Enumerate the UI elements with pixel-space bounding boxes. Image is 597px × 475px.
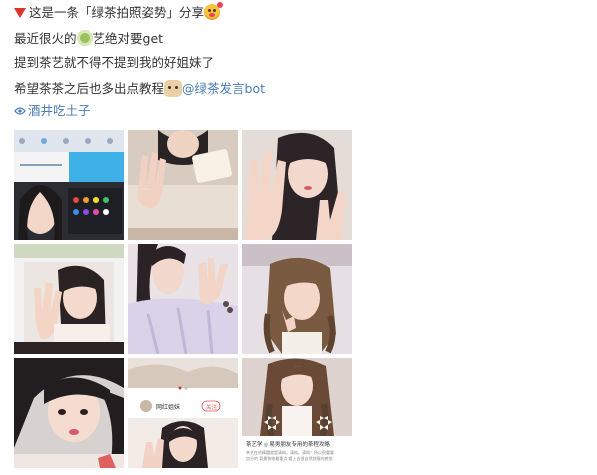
tea-emoji-icon — [76, 30, 93, 46]
post-line-4: 希望茶茶之后也多出点教程 @绿茶发言bot — [14, 80, 265, 97]
post-text-1: 这是一条「绿茶拍照姿势」分享 — [29, 5, 205, 20]
post-text-4: 希望茶茶之后也多出点教程 — [14, 81, 165, 96]
post-text-2b: 艺绝对要get — [92, 31, 164, 46]
image-wave-selfie[interactable] — [14, 244, 124, 354]
image-braids-selfie[interactable] — [242, 244, 352, 354]
image-app-screenshot[interactable]: 网红姐妹 关注 — [128, 358, 238, 468]
app-username: 网红姐妹 — [156, 403, 180, 411]
dog-emoji-icon — [164, 80, 183, 97]
image-closeup-selfie[interactable] — [14, 358, 124, 468]
follow-button[interactable]: 关注 — [206, 403, 218, 411]
location-link[interactable]: 酒井吃土子 — [14, 104, 91, 118]
image-hands-selfie-2[interactable] — [242, 130, 352, 240]
location-text: 酒井吃土子 — [28, 103, 91, 118]
mention-link[interactable]: @绿茶发言bot — [182, 81, 265, 96]
kiss-heart-emoji-icon — [204, 2, 224, 20]
image-hands-selfie-1[interactable] — [128, 130, 238, 240]
image-pajama-selfie[interactable] — [128, 244, 238, 354]
post-line-2: 最近很火的 艺绝对要get — [14, 30, 164, 46]
post-text-2a: 最近很火的 — [14, 31, 77, 46]
image-bow-braids-selfie[interactable]: 茶艺学🍵易男朋友专用的茶程攻略 茶艺在的精髓就是清纯，清纯，清纯！所以很重要 加… — [242, 358, 352, 468]
caption-title: 茶艺学🍵易男朋友专用的茶程攻略 — [246, 440, 330, 448]
red-triangle-icon — [14, 8, 26, 18]
post-line-3: 提到茶艺就不得不提到我的好姐妹了 — [14, 56, 214, 70]
caption-body-2: 加分的 背景装修最重点 看上去很自然舒服的感觉 — [246, 455, 333, 461]
location-icon — [14, 107, 26, 115]
image-grid: 网红姐妹 关注 茶艺学🍵易男朋友专用的茶程攻略 茶艺在的精髓就是清纯，清纯，清纯… — [14, 130, 352, 468]
post-line-1: 这是一条「绿茶拍照姿势」分享 — [14, 2, 224, 20]
post-text-3: 提到茶艺就不得不提到我的好姐妹了 — [14, 55, 215, 70]
caption-body-1: 茶艺在的精髓就是清纯，清纯，清纯！所以很重要 — [246, 449, 334, 455]
image-photo-edit-tutorial[interactable] — [14, 130, 124, 240]
